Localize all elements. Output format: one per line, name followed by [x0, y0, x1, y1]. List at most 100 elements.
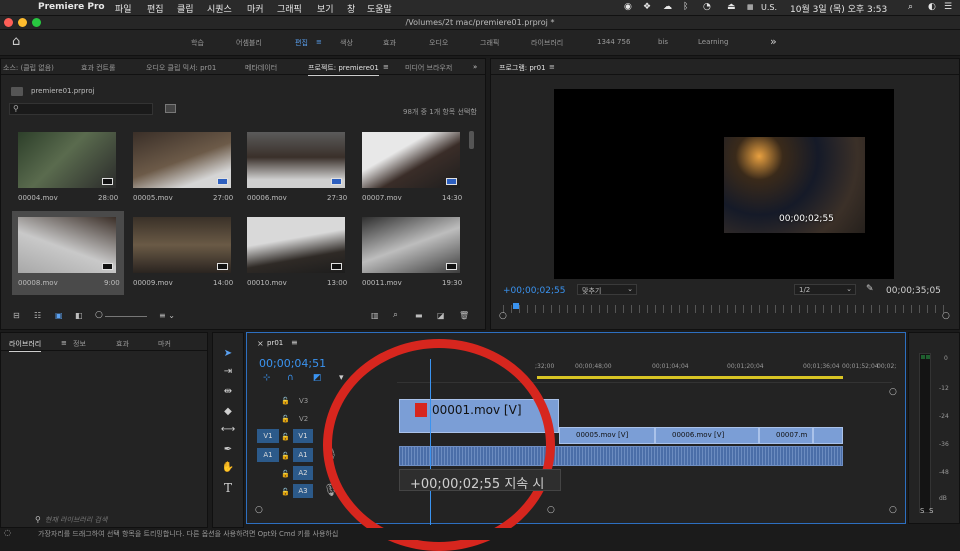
- track-lock-icon[interactable]: 🔓: [281, 488, 290, 496]
- pen-tool-icon[interactable]: ✒: [220, 443, 236, 457]
- workspace-custom-3[interactable]: Learning: [698, 38, 728, 46]
- track-lock-icon[interactable]: 🔓: [281, 433, 290, 441]
- razor-tool-icon[interactable]: ◆: [220, 405, 236, 419]
- source-patch-v1[interactable]: V1: [257, 429, 279, 443]
- h-scroll-right-handle[interactable]: ○: [547, 505, 555, 515]
- timeline-timecode[interactable]: 00;00;04;51: [259, 357, 326, 370]
- program-panel-menu-icon[interactable]: ≡: [549, 63, 555, 71]
- clip-thumbnail[interactable]: [247, 132, 345, 188]
- slip-tool-icon[interactable]: ⟷: [220, 423, 236, 437]
- workspace-graphics[interactable]: 그래픽: [480, 38, 499, 48]
- timeline-clip-video[interactable]: 00006.mov [V]: [655, 427, 759, 444]
- tab-source[interactable]: 소스: (클립 없음): [3, 63, 54, 73]
- workspace-assembly[interactable]: 어셈블리: [236, 38, 262, 48]
- menu-graphics[interactable]: 그래픽: [277, 2, 302, 15]
- menu-marker[interactable]: 마커: [247, 2, 264, 15]
- record-icon[interactable]: ◉: [624, 2, 632, 12]
- freeform-view-icon[interactable]: ◧: [75, 311, 83, 320]
- notification-icon[interactable]: ☰: [944, 2, 952, 12]
- tab-metadata[interactable]: 메타데이터: [245, 63, 277, 73]
- workspace-libraries[interactable]: 라이브러리: [531, 38, 563, 48]
- track-label-v1[interactable]: V1: [293, 429, 313, 443]
- workspace-custom-2[interactable]: bis: [658, 38, 668, 46]
- timeline-clip-video[interactable]: 00005.mov [V]: [559, 427, 655, 444]
- workspace-editing[interactable]: 편집: [295, 38, 308, 48]
- tab-audio-clip-mixer[interactable]: 오디오 클립 믹서: pr01: [146, 63, 216, 73]
- list-view-icon[interactable]: ☷: [34, 311, 41, 320]
- resolution-dropdown[interactable]: 1/2 ⌄: [794, 284, 856, 295]
- ripple-edit-tool-icon[interactable]: ⇹: [220, 385, 236, 399]
- project-panel-menu-icon[interactable]: ≡: [383, 63, 389, 71]
- solo-right-button[interactable]: S: [929, 507, 933, 515]
- menu-view[interactable]: 보기: [317, 2, 334, 15]
- flag-icon[interactable]: ▦: [747, 3, 754, 11]
- program-time-ruler[interactable]: [503, 305, 947, 313]
- workspace-color[interactable]: 색상: [340, 38, 353, 48]
- new-item-icon[interactable]: ◪: [437, 311, 445, 320]
- menu-window[interactable]: 창: [347, 2, 355, 15]
- workspace-menu-icon[interactable]: ≡: [316, 38, 322, 46]
- track-lock-icon[interactable]: 🔓: [281, 397, 290, 405]
- type-tool-icon[interactable]: T: [220, 481, 236, 495]
- app-menu[interactable]: Premiere Pro: [38, 2, 105, 12]
- program-playhead[interactable]: [513, 303, 519, 309]
- tab-media-browser[interactable]: 미디어 브라우저: [405, 63, 452, 73]
- workspace-custom-1[interactable]: 1344 756: [597, 38, 630, 46]
- clip-thumbnail[interactable]: [133, 132, 231, 188]
- program-video-canvas[interactable]: 00;00;02;55: [554, 89, 894, 279]
- clip-thumbnail[interactable]: [18, 132, 116, 188]
- tab-project[interactable]: 프로젝트: premiere01: [308, 63, 379, 76]
- bluetooth-icon[interactable]: ᛒ: [683, 2, 688, 12]
- clip-thumbnail[interactable]: [133, 217, 231, 273]
- vertical-scroll-handle[interactable]: ○: [889, 387, 897, 397]
- clip-thumbnail[interactable]: [247, 217, 345, 273]
- tab-program[interactable]: 프로그램: pr01: [499, 63, 546, 73]
- wifi-icon[interactable]: ◔: [703, 2, 711, 12]
- project-scrollbar[interactable]: [469, 131, 474, 149]
- zoom-slider-handle[interactable]: ○: [95, 310, 103, 320]
- h-scroll-left-handle[interactable]: ○: [255, 505, 263, 515]
- track-label-a2[interactable]: A2: [293, 466, 313, 480]
- project-search-input[interactable]: ⚲: [9, 103, 153, 115]
- linked-selection-icon[interactable]: ◩: [313, 373, 322, 383]
- trash-icon[interactable]: 🗑: [459, 311, 469, 320]
- workspace-audio[interactable]: 오디오: [429, 38, 448, 48]
- program-playhead-timecode[interactable]: +00;00;02;55: [503, 286, 565, 296]
- lock-icon[interactable]: ⊟: [13, 311, 20, 320]
- input-language[interactable]: U.S.: [761, 3, 777, 12]
- tab-effect-controls[interactable]: 효과 컨트롤: [81, 63, 115, 73]
- automate-to-sequence-icon[interactable]: ▥: [371, 311, 379, 320]
- workspace-learn[interactable]: 학습: [191, 38, 204, 48]
- sort-icon[interactable]: ≡ ⌄: [159, 311, 175, 320]
- track-lock-icon[interactable]: 🔓: [281, 470, 290, 478]
- tab-libraries[interactable]: 라이브러리: [9, 339, 42, 352]
- zoom-scroll-handle[interactable]: ○: [889, 505, 897, 515]
- menu-help[interactable]: 도움말: [367, 2, 392, 15]
- clock[interactable]: 10월 3일 (목) 오후 3:53: [790, 2, 887, 15]
- solo-left-button[interactable]: S: [920, 507, 924, 515]
- fit-dropdown[interactable]: 맞추기 ⌄: [577, 284, 637, 295]
- work-area-bar[interactable]: [537, 376, 843, 379]
- close-sequence-icon[interactable]: ×: [257, 339, 264, 348]
- clip-thumbnail[interactable]: [18, 217, 116, 273]
- tab-effects[interactable]: 효과: [116, 339, 129, 349]
- source-patch-a1[interactable]: A1: [257, 448, 279, 462]
- home-icon[interactable]: ⌂: [12, 34, 20, 49]
- track-label-a1[interactable]: A1: [293, 448, 313, 462]
- zoom-scroll-right-handle[interactable]: ○: [942, 311, 950, 321]
- settings-wrench-icon[interactable]: ✎: [866, 284, 874, 294]
- clip-thumbnail[interactable]: [362, 217, 460, 273]
- icon-view-icon[interactable]: ▣: [55, 311, 63, 320]
- find-icon[interactable]: ⌕: [393, 310, 398, 320]
- workspace-overflow-icon[interactable]: »: [770, 35, 777, 48]
- timeline-clip-video[interactable]: 00007.m: [759, 427, 813, 444]
- dropbox-icon[interactable]: ❖: [643, 2, 651, 12]
- selection-tool-icon[interactable]: ➤: [220, 347, 236, 361]
- track-label-a3[interactable]: A3: [293, 484, 313, 498]
- cloud-icon[interactable]: ☁: [663, 2, 672, 12]
- new-bin-from-search-icon[interactable]: [165, 104, 176, 113]
- track-lock-icon[interactable]: 🔓: [281, 415, 290, 423]
- add-marker-icon[interactable]: ▾: [339, 373, 344, 383]
- menu-sequence[interactable]: 시퀀스: [207, 2, 232, 15]
- spotlight-icon[interactable]: ⌕: [908, 2, 913, 12]
